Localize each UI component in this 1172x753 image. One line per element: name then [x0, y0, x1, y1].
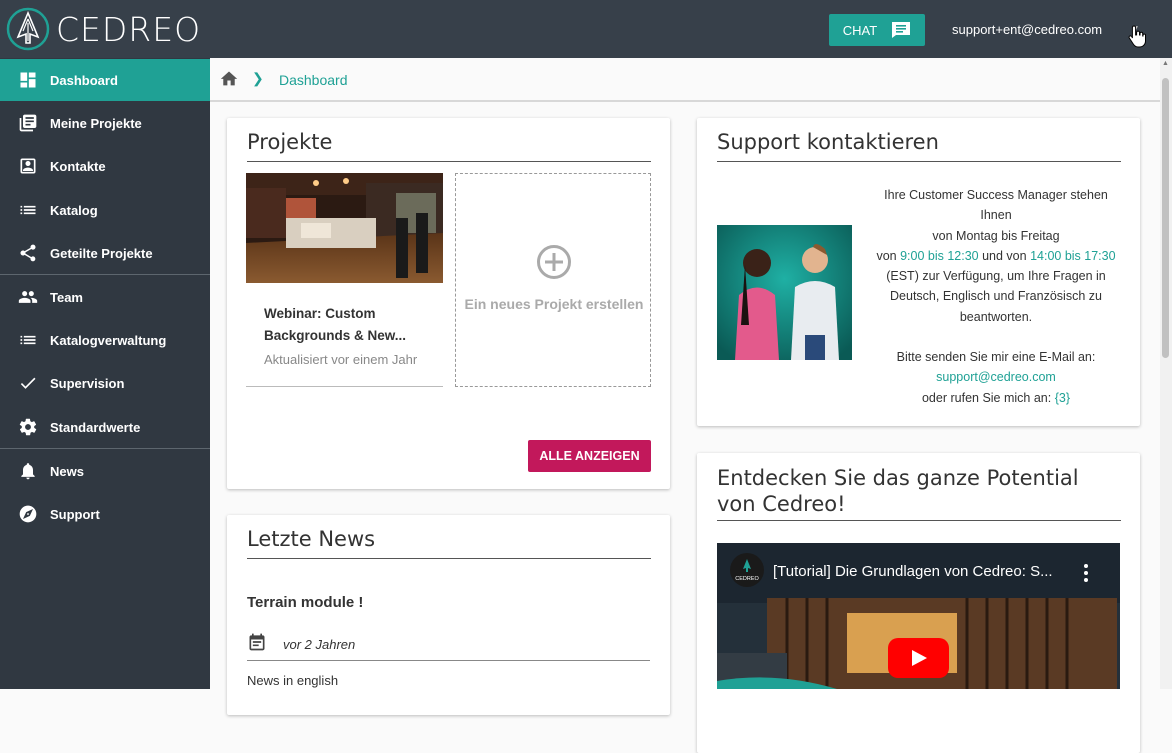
sidebar-item-supervision[interactable]: Supervision — [0, 362, 210, 404]
list-icon — [20, 335, 36, 345]
gear-icon — [19, 418, 37, 436]
support-afternoon-hours: 14:00 bis 17:30 — [1030, 248, 1116, 263]
text: oder rufen Sie mich an: — [921, 390, 1055, 405]
sidebar-item-label: Standardwerte — [50, 419, 141, 435]
divider — [247, 161, 651, 162]
compass-icon — [19, 505, 37, 523]
support-team-photo — [717, 225, 852, 360]
chat-icon — [892, 22, 911, 38]
contact-icon — [20, 158, 36, 174]
people-icon — [18, 291, 38, 303]
discover-title: Entdecken Sie das ganze Potential von Ce… — [717, 466, 1079, 516]
chevron-right-icon: ❯ — [252, 70, 264, 86]
dashboard-icon — [20, 72, 36, 88]
sidebar-item-support[interactable]: Support — [0, 493, 210, 535]
user-email[interactable]: support+ent@cedreo.com — [952, 22, 1102, 37]
logo-text: CEDREO — [56, 9, 202, 49]
sidebar-item-label: News — [50, 463, 84, 479]
share-icon — [20, 244, 36, 262]
more-vert-icon[interactable] — [1083, 563, 1089, 583]
divider — [247, 558, 651, 559]
sidebar-item-geteilte-projekte[interactable]: Geteilte Projekte — [0, 232, 210, 274]
project-updated: Aktualisiert vor einem Jahr — [264, 352, 418, 367]
text: und von — [978, 248, 1031, 263]
project-card[interactable]: Webinar: Custom Backgrounds & New... Akt… — [246, 283, 443, 387]
chat-button[interactable]: CHAT — [829, 14, 925, 46]
sidebar-item-kontakte[interactable]: Kontakte — [0, 145, 210, 187]
sidebar-divider — [0, 274, 210, 275]
sidebar-item-katalogverwaltung[interactable]: Katalogverwaltung — [0, 319, 210, 361]
support-email-prompt: Bitte senden Sie mir eine E-Mail an: — [896, 350, 1096, 365]
home-icon[interactable] — [219, 69, 239, 87]
scrollbar-thumb[interactable] — [1162, 78, 1169, 358]
text: von — [876, 248, 901, 263]
support-morning-hours: 9:00 bis 12:30 — [900, 248, 979, 263]
add-circle-icon — [537, 245, 571, 279]
cedreo-tree-icon — [6, 7, 50, 51]
support-days: von Montag bis Freitag — [932, 228, 1060, 243]
project-thumbnail[interactable] — [246, 173, 443, 283]
news-item-date: vor 2 Jahren — [283, 637, 356, 652]
hand-cursor-icon — [1128, 25, 1146, 48]
sidebar-item-label: Dashboard — [50, 72, 118, 88]
calendar-icon — [249, 633, 265, 651]
support-phone-line: oder rufen Sie mich an: {3} — [876, 388, 1116, 408]
sidebar-item-dashboard[interactable]: Dashboard — [0, 59, 210, 101]
sidebar-item-label: Katalogverwaltung — [50, 332, 167, 348]
support-email-link[interactable]: support@cedreo.com — [876, 367, 1116, 387]
support-hours: von 9:00 bis 12:30 und von 14:00 bis 17:… — [876, 246, 1116, 327]
chat-label: CHAT — [842, 22, 878, 38]
sidebar-item-label: Support — [50, 506, 100, 522]
divider — [717, 161, 1121, 162]
sidebar-item-meine-projekte[interactable]: Meine Projekte — [0, 102, 210, 144]
video-channel-logo[interactable]: CEDREO — [730, 553, 764, 587]
bell-icon — [21, 463, 35, 480]
sidebar-item-team[interactable]: Team — [0, 276, 210, 318]
divider — [247, 660, 650, 661]
sidebar-item-label: Geteilte Projekte — [50, 245, 153, 261]
project-name[interactable]: Webinar: Custom Backgrounds & New... — [264, 303, 434, 347]
projects-icon — [19, 114, 37, 132]
sidebar-item-standardwerte[interactable]: Standardwerte — [0, 406, 210, 448]
support-title: Support kontaktieren — [717, 130, 939, 154]
news-item-title[interactable]: Terrain module ! — [247, 594, 363, 611]
sidebar-item-label: Supervision — [50, 375, 125, 391]
support-info: Ihre Customer Success Manager stehen Ihn… — [876, 185, 1116, 408]
tutorial-video[interactable]: CEDREO [Tutorial] Die Grundlagen von Ced… — [717, 543, 1120, 689]
sidebar-item-katalog[interactable]: Katalog — [0, 189, 210, 231]
news-item-body: News in english — [247, 673, 339, 688]
projects-title: Projekte — [247, 130, 333, 154]
sidebar-item-news[interactable]: News — [0, 450, 210, 492]
new-project-label: Ein neues Projekt erstellen — [464, 296, 644, 312]
breadcrumb — [210, 58, 1160, 102]
divider — [717, 520, 1121, 521]
cedreo-logo[interactable]: CEDREO — [6, 6, 206, 52]
list-icon — [20, 205, 36, 215]
news-card-title: Letzte News — [247, 527, 376, 551]
sidebar-item-label: Meine Projekte — [50, 115, 142, 131]
breadcrumb-current[interactable]: Dashboard — [279, 72, 348, 88]
check-icon — [20, 377, 36, 389]
support-phone-link[interactable]: {3} — [1055, 391, 1070, 405]
sidebar-item-label: Team — [50, 289, 83, 305]
video-title[interactable]: [Tutorial] Die Grundlagen von Cedreo: S.… — [773, 563, 1073, 580]
show-all-projects-button[interactable]: ALLE ANZEIGEN — [528, 440, 651, 472]
sidebar-item-label: Katalog — [50, 202, 98, 218]
sidebar-divider — [0, 448, 210, 449]
video-logo-text: CEDREO — [735, 576, 759, 582]
play-button[interactable] — [888, 638, 949, 678]
new-project-button[interactable]: Ein neues Projekt erstellen — [455, 173, 651, 387]
sidebar-item-label: Kontakte — [50, 158, 106, 174]
text: (EST) zur Verfügung, um Ihre Fragen in D… — [886, 269, 1106, 324]
support-hours-intro: Ihre Customer Success Manager stehen Ihn… — [884, 188, 1108, 223]
scroll-up-arrow-icon[interactable]: ▲ — [1162, 60, 1169, 67]
